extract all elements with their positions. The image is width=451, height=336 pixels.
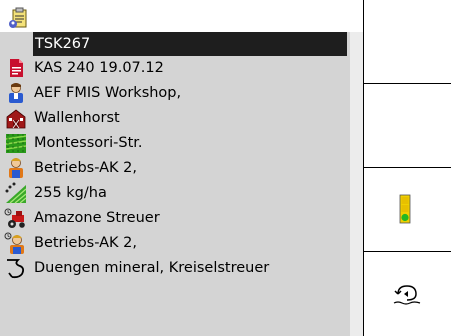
back-softkey[interactable] bbox=[364, 252, 451, 336]
softkey-2[interactable] bbox=[364, 84, 451, 168]
list-item[interactable]: Betriebs-AK 2, bbox=[4, 156, 346, 180]
task-pane: TSK267 KAS 240 19.07.12 AEF FMIS Worksho… bbox=[0, 0, 363, 336]
machine-icon bbox=[4, 208, 25, 228]
list-item-label: Amazone Streuer bbox=[34, 210, 160, 226]
document-icon bbox=[10, 59, 23, 77]
field-icon bbox=[5, 134, 27, 153]
list-item[interactable]: Montessori-Str. bbox=[4, 131, 346, 155]
softkey-status[interactable] bbox=[364, 168, 451, 252]
list-item[interactable]: AEF FMIS Workshop, bbox=[4, 81, 346, 105]
selected-task-row[interactable]: TSK267 bbox=[33, 32, 347, 56]
list-item-label: Montessori-Str. bbox=[34, 135, 143, 151]
task-clipboard-icon[interactable] bbox=[7, 6, 31, 30]
list-item-label: KAS 240 19.07.12 bbox=[34, 60, 164, 76]
list-scrollbar[interactable] bbox=[350, 32, 363, 336]
list-item-label: Duengen mineral, Kreiselstreuer bbox=[34, 260, 270, 276]
list-item[interactable]: Wallenhorst bbox=[4, 106, 346, 130]
customer-icon bbox=[9, 83, 23, 103]
list-item-label: AEF FMIS Workshop, bbox=[34, 85, 182, 101]
worker-icon bbox=[9, 158, 23, 178]
list-item[interactable]: Betriebs-AK 2, bbox=[4, 231, 346, 255]
traffic-light-icon bbox=[399, 194, 411, 224]
rate-icon bbox=[5, 182, 27, 204]
list-item[interactable]: Duengen mineral, Kreiselstreuer bbox=[4, 256, 346, 280]
softkey-1[interactable] bbox=[364, 0, 451, 84]
softkey-bar bbox=[363, 0, 451, 336]
list-item[interactable]: KAS 240 19.07.12 bbox=[4, 56, 346, 80]
list-item-label: Betriebs-AK 2, bbox=[34, 160, 138, 176]
list-item-label: Betriebs-AK 2, bbox=[34, 235, 138, 251]
operation-icon bbox=[7, 259, 25, 279]
back-return-icon bbox=[393, 285, 421, 305]
list-item-label: Wallenhorst bbox=[34, 110, 120, 126]
task-id-label: TSK267 bbox=[35, 36, 91, 52]
list-item-label: 255 kg/ha bbox=[34, 185, 107, 201]
farm-icon bbox=[6, 109, 26, 129]
list-item[interactable]: Amazone Streuer bbox=[4, 206, 346, 230]
operator-icon bbox=[4, 232, 24, 254]
list-item[interactable]: 255 kg/ha bbox=[4, 181, 346, 205]
task-header bbox=[0, 0, 363, 32]
